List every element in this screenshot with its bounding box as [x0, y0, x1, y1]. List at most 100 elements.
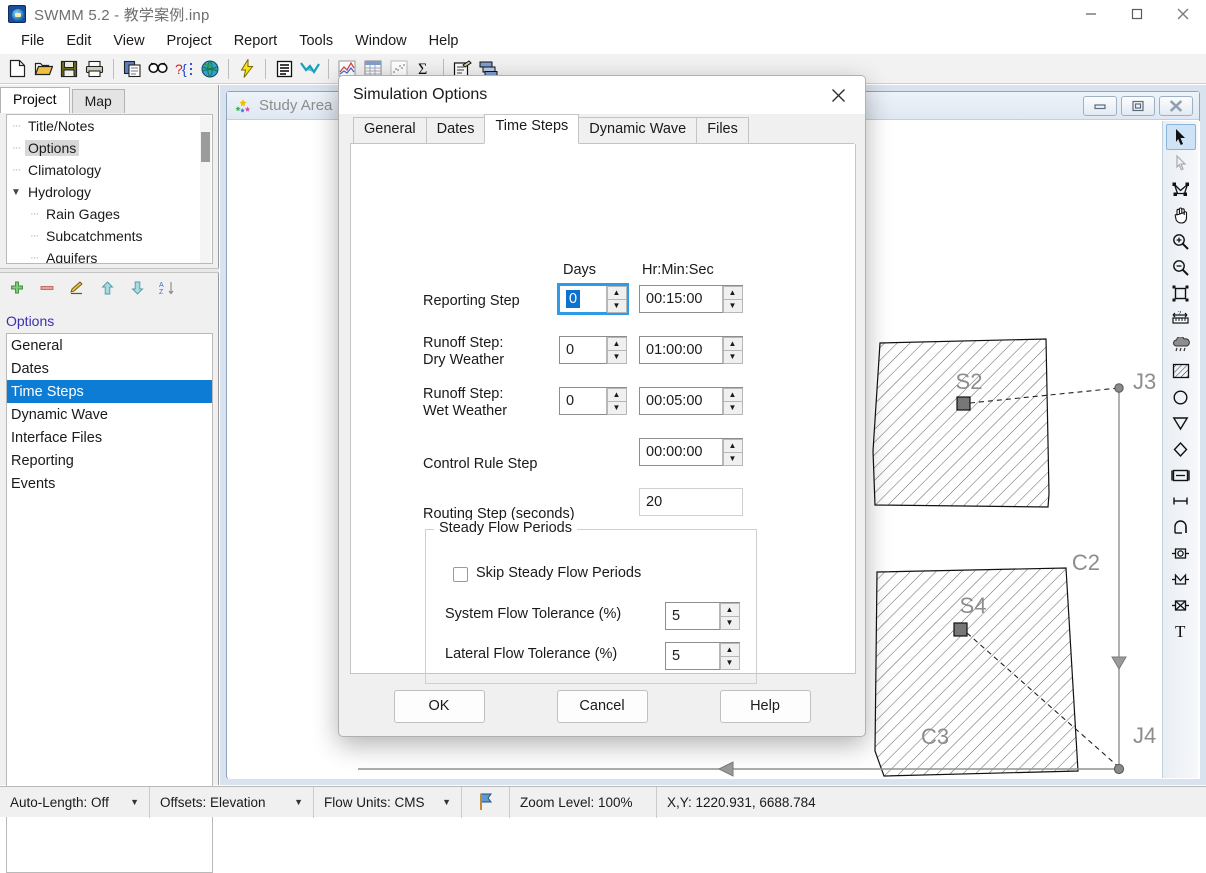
junction-J3[interactable] — [1114, 383, 1124, 393]
chevron-down-icon[interactable]: ▼ — [442, 797, 451, 807]
tab-dates[interactable]: Dates — [425, 117, 486, 144]
runoff-step-dry-hms-spinner[interactable]: ▲ ▼ — [722, 336, 743, 364]
spinner-up-icon[interactable]: ▲ — [606, 336, 627, 351]
junction-icon[interactable] — [1166, 384, 1196, 410]
zoom-in-icon[interactable] — [1166, 228, 1196, 254]
spinner-up-icon[interactable]: ▲ — [722, 285, 743, 300]
weir-icon[interactable] — [1166, 566, 1196, 592]
list-item-general[interactable]: General — [7, 334, 212, 357]
control-rule-step-input[interactable]: 00:00:00 ▲ ▼ — [639, 438, 743, 466]
minimize-icon[interactable] — [1068, 0, 1114, 28]
list-item-events[interactable]: Events — [7, 472, 212, 495]
new-file-icon[interactable] — [4, 56, 30, 82]
tree-item-rain-gages[interactable]: ··· Rain Gages — [7, 203, 212, 225]
close-icon[interactable] — [817, 78, 859, 112]
runoff-step-wet-hms-spinner[interactable]: ▲ ▼ — [722, 387, 743, 415]
measure-icon[interactable]: ? — [1166, 306, 1196, 332]
menu-project[interactable]: Project — [156, 31, 223, 51]
open-file-icon[interactable] — [30, 56, 56, 82]
spinner-down-icon[interactable]: ▼ — [722, 451, 743, 466]
move-up-icon[interactable] — [98, 279, 116, 297]
menu-window[interactable]: Window — [344, 31, 418, 51]
query-icon[interactable]: ?{ — [171, 56, 197, 82]
tab-map[interactable]: Map — [71, 89, 125, 113]
pump-icon[interactable] — [1166, 514, 1196, 540]
spinner-up-icon[interactable]: ▲ — [722, 336, 743, 351]
vertex-arrow-icon[interactable] — [1166, 150, 1196, 176]
spinner-down-icon[interactable]: ▼ — [606, 349, 627, 364]
menu-tools[interactable]: Tools — [288, 31, 344, 51]
hand-icon[interactable] — [1166, 202, 1196, 228]
status-auto-length[interactable]: Auto-Length: Off ▼ — [0, 786, 150, 818]
menu-report[interactable]: Report — [223, 31, 289, 51]
edit-object-icon[interactable] — [68, 279, 86, 297]
run-simulation-icon[interactable] — [234, 56, 260, 82]
lateral-flow-tolerance-spinner[interactable]: ▲ ▼ — [719, 642, 740, 670]
arrow-cursor-icon[interactable] — [1165, 124, 1196, 150]
delete-object-icon[interactable] — [38, 279, 56, 297]
lateral-flow-tolerance-input[interactable]: 5 ▲ ▼ — [665, 642, 740, 670]
spinner-down-icon[interactable]: ▼ — [722, 400, 743, 415]
junction-J4[interactable] — [1113, 763, 1125, 775]
run-status-icon[interactable] — [462, 786, 510, 818]
runoff-step-wet-days-spinner[interactable]: ▲ ▼ — [606, 387, 627, 415]
list-item-dynamic-wave[interactable]: Dynamic Wave — [7, 403, 212, 426]
spinner-down-icon[interactable]: ▼ — [606, 298, 627, 313]
routing-step-input[interactable]: 20 — [639, 488, 743, 516]
tree-scrollbar-thumb[interactable] — [201, 132, 210, 162]
tree-item-climatology[interactable]: ··· Climatology — [7, 159, 212, 181]
reporting-step-hms-input[interactable]: 00:15:00 ▲ ▼ — [639, 285, 743, 313]
menu-view[interactable]: View — [102, 31, 155, 51]
tab-general[interactable]: General — [353, 117, 427, 144]
project-tree[interactable]: ··· Title/Notes ··· Options ··· Climatol… — [6, 114, 213, 264]
sort-az-icon[interactable]: AZ — [158, 279, 176, 297]
spinner-up-icon[interactable]: ▲ — [606, 285, 627, 300]
full-extent-icon[interactable] — [1166, 280, 1196, 306]
runoff-step-dry-hms-input[interactable]: 01:00:00 ▲ ▼ — [639, 336, 743, 364]
cancel-button[interactable]: Cancel — [556, 689, 648, 723]
spinner-up-icon[interactable]: ▲ — [722, 387, 743, 402]
storage-icon[interactable] — [1166, 462, 1196, 488]
ok-button[interactable]: OK — [393, 689, 485, 723]
runoff-step-dry-days-input[interactable]: 0 ▲ ▼ — [559, 336, 627, 364]
rain-gage-icon[interactable] — [1166, 332, 1196, 358]
spinner-up-icon[interactable]: ▲ — [719, 642, 740, 657]
subcatchment-S4-centroid[interactable] — [953, 622, 968, 637]
conduit-icon[interactable] — [1166, 488, 1196, 514]
maximize-icon[interactable] — [1114, 0, 1160, 28]
tab-time-steps[interactable]: Time Steps — [484, 114, 580, 144]
subcatchment-S2-centroid[interactable] — [956, 396, 971, 411]
tab-project[interactable]: Project — [0, 87, 70, 113]
add-object-icon[interactable] — [8, 279, 26, 297]
runoff-step-wet-hms-input[interactable]: 00:05:00 ▲ ▼ — [639, 387, 743, 415]
skip-steady-flow-checkbox[interactable] — [453, 567, 468, 582]
list-item-time-steps[interactable]: Time Steps — [7, 380, 212, 403]
zoom-out-icon[interactable] — [1166, 254, 1196, 280]
reporting-step-days-input[interactable]: 0 ▲ ▼ — [557, 283, 629, 315]
list-item-interface-files[interactable]: Interface Files — [7, 426, 212, 449]
spinner-down-icon[interactable]: ▼ — [719, 655, 740, 670]
tree-item-aquifers[interactable]: ··· Aquifers — [7, 247, 212, 263]
globe-icon[interactable] — [197, 56, 223, 82]
close-icon[interactable] — [1159, 95, 1193, 116]
tree-item-title-notes[interactable]: ··· Title/Notes — [7, 115, 212, 137]
status-flow-units[interactable]: Flow Units: CMS ▼ — [314, 786, 462, 818]
spinner-down-icon[interactable]: ▼ — [722, 298, 743, 313]
menu-edit[interactable]: Edit — [55, 31, 102, 51]
tree-item-subcatchments[interactable]: ··· Subcatchments — [7, 225, 212, 247]
list-item-dates[interactable]: Dates — [7, 357, 212, 380]
move-down-icon[interactable] — [128, 279, 146, 297]
subcatchment-S2-polygon[interactable] — [872, 338, 1050, 508]
spinner-down-icon[interactable]: ▼ — [722, 349, 743, 364]
tree-item-hydrology[interactable]: ▼ Hydrology — [7, 181, 212, 203]
minimize-icon[interactable] — [1083, 95, 1117, 116]
divider-icon[interactable] — [1166, 436, 1196, 462]
tab-dynamic-wave[interactable]: Dynamic Wave — [578, 117, 698, 144]
menu-help[interactable]: Help — [418, 31, 470, 51]
runoff-step-wet-days-input[interactable]: 0 ▲ ▼ — [559, 387, 627, 415]
reporting-step-days-spinner[interactable]: ▲ ▼ — [606, 285, 627, 313]
spinner-up-icon[interactable]: ▲ — [722, 438, 743, 453]
polygon-select-icon[interactable] — [1166, 176, 1196, 202]
close-icon[interactable] — [1160, 0, 1206, 28]
spinner-up-icon[interactable]: ▲ — [719, 602, 740, 617]
